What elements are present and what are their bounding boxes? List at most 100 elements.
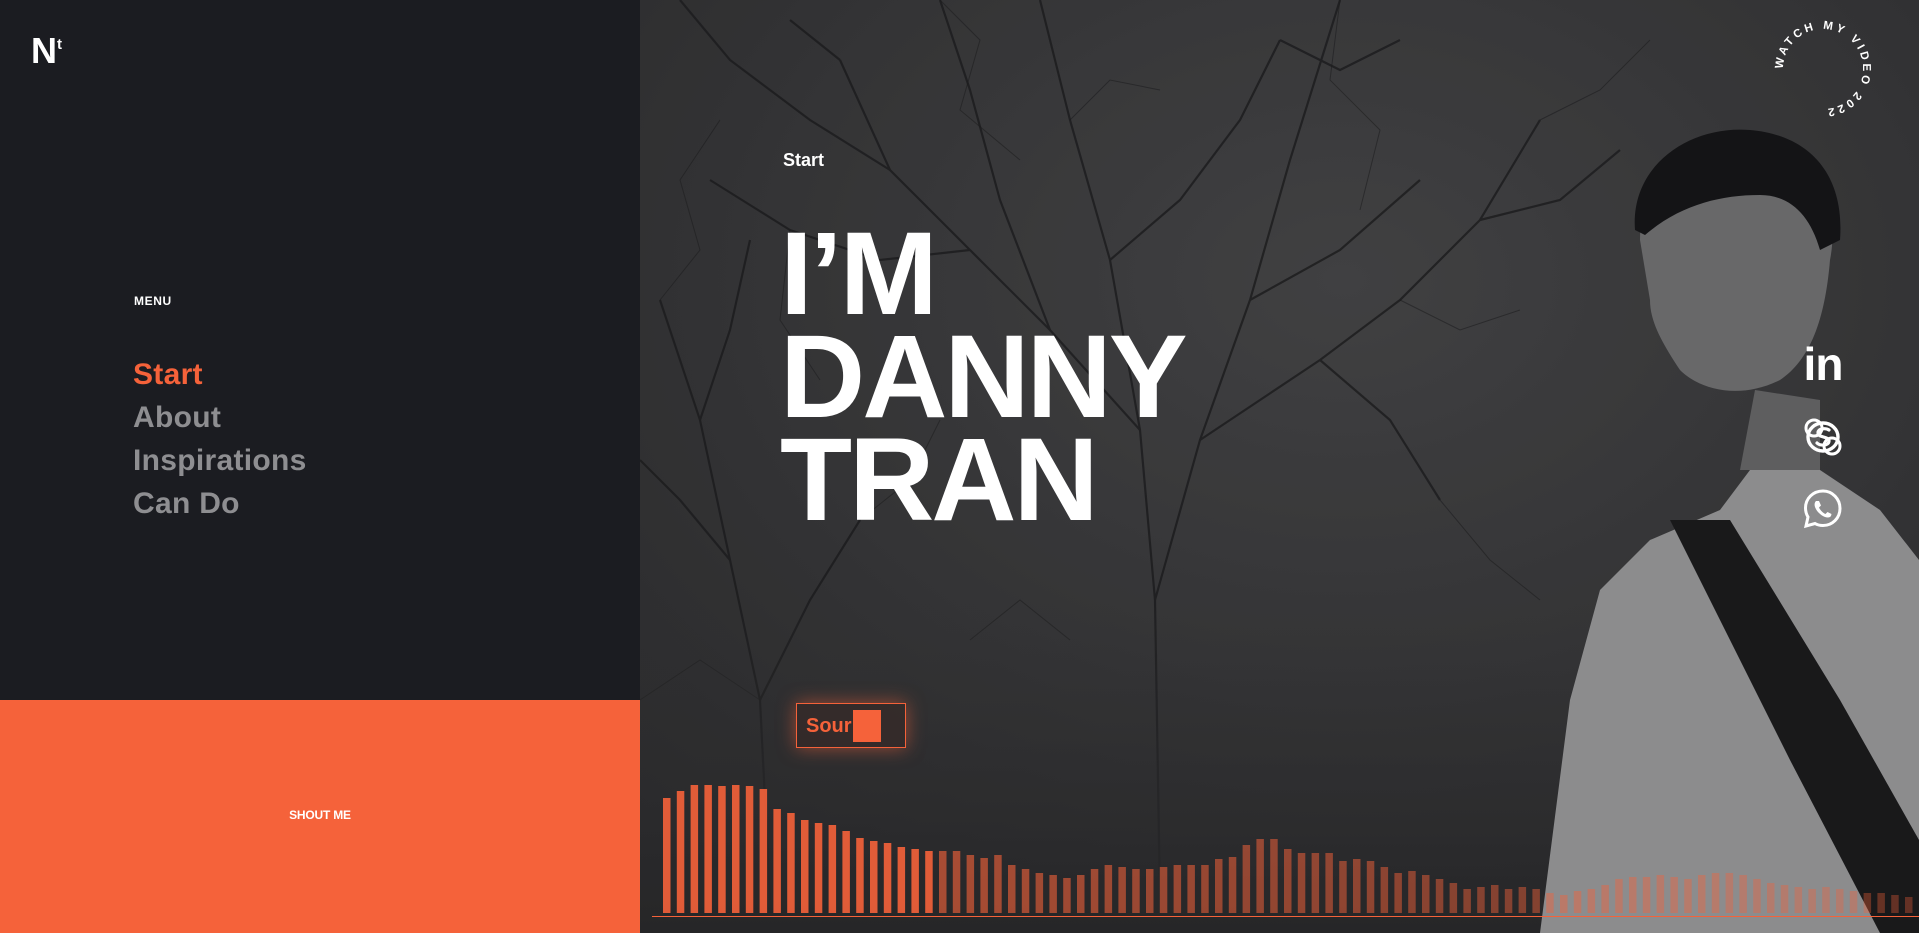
visualizer-bar xyxy=(759,789,768,913)
visualizer-bar xyxy=(1339,861,1347,913)
visualizer-bar xyxy=(1504,889,1513,913)
visualizer-bar xyxy=(1270,839,1278,913)
visualizer-bar xyxy=(1118,867,1126,913)
visualizer-bar xyxy=(1242,845,1251,913)
visualizer-bar xyxy=(952,851,961,913)
visualizer-bar xyxy=(1656,875,1665,913)
visualizer-bar xyxy=(994,855,1002,913)
visualizer-bar xyxy=(1532,889,1540,913)
hero-title: I’M DANNY TRAN xyxy=(780,215,1188,546)
visualizer-bar xyxy=(676,791,685,913)
visualizer-bar xyxy=(1146,869,1154,913)
visualizer-bar xyxy=(1077,875,1085,913)
section-label: Start xyxy=(783,150,825,170)
visualizer-bar xyxy=(1477,887,1485,913)
visualizer-bar xyxy=(870,841,878,913)
visualizer-bar xyxy=(980,858,988,913)
visualizer-bar xyxy=(1711,873,1720,913)
visualizer-bar xyxy=(1573,891,1582,913)
visualizer-bar xyxy=(1173,865,1182,913)
sound-toggle-button[interactable]: Sour xyxy=(796,703,906,748)
visualizer-bar xyxy=(1159,867,1168,913)
visualizer-bar xyxy=(1187,865,1195,913)
visualizer-bar xyxy=(1394,873,1402,913)
menu-item-inspirations[interactable]: Inspirations xyxy=(133,439,307,482)
menu-label: MENU xyxy=(134,294,172,308)
sound-label: Sour xyxy=(806,715,852,737)
logo[interactable]: Nt xyxy=(31,33,62,69)
visualizer-bar xyxy=(939,851,947,913)
visualizer-bar xyxy=(732,785,740,913)
visualizer-bar xyxy=(1615,879,1623,913)
visualizer-bar xyxy=(925,851,933,913)
visualizer-bar xyxy=(1891,895,1899,913)
audio-visualizer xyxy=(663,785,1913,913)
linkedin-icon[interactable]: in xyxy=(1800,341,1846,387)
visualizer-bar xyxy=(1090,869,1099,913)
visualizer-bar xyxy=(787,813,795,913)
hero-section: Start I’M DANNY TRAN Sour WATCH MY VIDEO… xyxy=(640,0,1919,933)
visualizer-bar xyxy=(1021,869,1030,913)
main-menu: Start About Inspirations Can Do xyxy=(133,353,307,525)
menu-item-start[interactable]: Start xyxy=(133,353,307,396)
visualizer-bar xyxy=(1256,839,1264,913)
visualizer-bar xyxy=(1684,879,1692,913)
visualizer-bar xyxy=(1863,893,1872,913)
visualizer-bar xyxy=(1753,879,1761,913)
menu-item-about[interactable]: About xyxy=(133,396,307,439)
visualizer-bar xyxy=(1836,889,1844,913)
visualizer-bar xyxy=(1739,875,1747,913)
svg-text:WATCH MY VIDEO 2022: WATCH MY VIDEO 2022 xyxy=(1774,20,1872,119)
visualizer-bar xyxy=(1767,883,1775,913)
visualizer-bar xyxy=(1849,891,1858,913)
visualizer-bar xyxy=(1877,893,1885,913)
visualizer-bar xyxy=(1035,873,1044,913)
visualizer-bar xyxy=(1132,869,1140,913)
visualizer-bar xyxy=(1311,853,1320,913)
watch-video-badge[interactable]: WATCH MY VIDEO 2022 xyxy=(1768,14,1878,124)
visualizer-bar xyxy=(1905,897,1913,913)
visualizer-bar xyxy=(1463,889,1471,913)
visualizer-bar xyxy=(1353,859,1361,913)
visualizer-bar xyxy=(1794,887,1803,913)
skype-icon[interactable] xyxy=(1800,414,1846,460)
visualizer-bar xyxy=(1601,885,1609,913)
visualizer-bar xyxy=(1325,853,1333,913)
linkedin-glyph: in xyxy=(1803,338,1844,390)
visualizer-bar xyxy=(1518,887,1527,913)
visualizer-bar xyxy=(1422,875,1430,913)
visualizer-bar xyxy=(1449,883,1458,913)
menu-item-can-do[interactable]: Can Do xyxy=(133,482,307,525)
visualizer-bar xyxy=(1049,875,1057,913)
visualizer-bar xyxy=(1380,867,1389,913)
visualizer-bar xyxy=(718,786,726,913)
sidebar: Nt MENU Start About Inspirations Can Do … xyxy=(0,0,640,933)
visualizer-bar xyxy=(690,785,699,913)
visualizer-bar xyxy=(1008,865,1016,913)
hero-title-line: TRAN xyxy=(780,414,1099,546)
visualizer-bar xyxy=(1201,865,1209,913)
visualizer-bar xyxy=(1104,865,1113,913)
visualizer-bar xyxy=(842,831,850,913)
visualizer-bar xyxy=(745,786,754,913)
visualizer-bar xyxy=(1560,895,1568,913)
visualizer-bar xyxy=(883,843,892,913)
visualizer-bar xyxy=(1228,857,1237,913)
visualizer-bar xyxy=(1063,878,1071,913)
visualizer-bar xyxy=(1366,861,1375,913)
shout-me-label: SHOUT ME xyxy=(289,808,351,822)
visualizer-bar xyxy=(663,798,671,913)
visualizer-bar xyxy=(1698,875,1706,913)
visualizer-bar xyxy=(897,847,906,913)
visualizer-bar xyxy=(1725,873,1734,913)
shout-me-button[interactable]: SHOUT ME xyxy=(0,700,640,933)
visualizer-bar xyxy=(704,785,712,913)
visualizer-bar xyxy=(801,820,809,913)
visualizer-bar xyxy=(1546,893,1554,913)
visualizer-bar xyxy=(1780,885,1789,913)
visualizer-bar xyxy=(1297,853,1306,913)
logo-sup: t xyxy=(57,36,62,53)
visualizer-bar xyxy=(1284,849,1292,913)
whatsapp-icon[interactable] xyxy=(1800,486,1846,532)
visualizer-baseline xyxy=(652,916,1919,917)
